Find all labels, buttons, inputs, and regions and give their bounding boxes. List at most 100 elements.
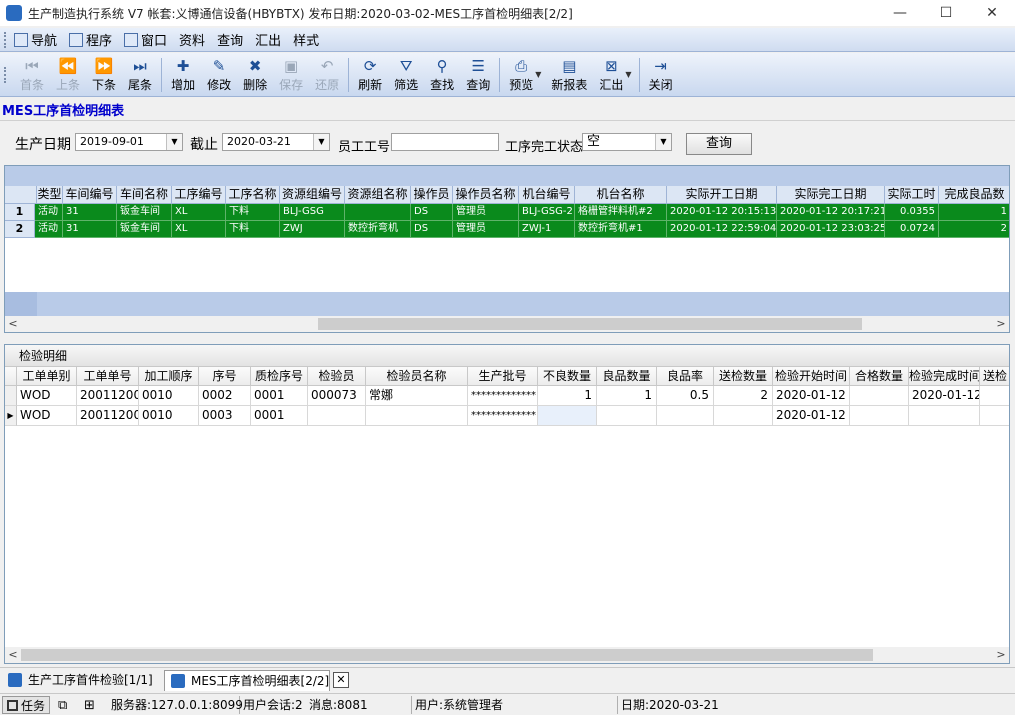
scroll-right-icon[interactable]: > bbox=[993, 316, 1009, 332]
table-cell[interactable]: 2 bbox=[939, 221, 1009, 238]
table-cell[interactable] bbox=[345, 204, 411, 221]
menu-program[interactable]: 程序 bbox=[69, 30, 112, 49]
table-cell[interactable]: ZWJ-1 bbox=[519, 221, 575, 238]
row-number[interactable]: 1 bbox=[5, 204, 35, 221]
table-cell[interactable] bbox=[308, 406, 366, 426]
table-cell[interactable]: 2020-01-12 23:03:25 bbox=[777, 221, 885, 238]
table-cell[interactable]: XL bbox=[172, 204, 226, 221]
table-cell[interactable]: 活动 bbox=[35, 221, 63, 238]
maximize-button[interactable]: ☐ bbox=[923, 0, 969, 26]
col-header[interactable]: 送检 bbox=[980, 367, 1009, 386]
table-cell[interactable]: 常娜 bbox=[366, 386, 468, 406]
col-header[interactable]: 操作员名称 bbox=[453, 186, 519, 204]
table-cell[interactable]: DS bbox=[411, 204, 453, 221]
main-grid-hscrollbar[interactable]: < > bbox=[5, 316, 1009, 332]
table-cell[interactable] bbox=[657, 406, 714, 426]
preview-button[interactable]: ⎙ 预览 bbox=[503, 54, 539, 96]
employee-field[interactable] bbox=[391, 133, 499, 151]
col-header[interactable]: 送检数量 bbox=[714, 367, 773, 386]
table-cell[interactable] bbox=[909, 406, 980, 426]
scroll-thumb[interactable] bbox=[318, 318, 862, 330]
table-cell[interactable]: 1 bbox=[597, 386, 657, 406]
add-button[interactable]: ✚ 增加 bbox=[165, 54, 201, 96]
table-cell-selected[interactable] bbox=[538, 406, 597, 426]
tab-first-article-inspection[interactable]: 生产工序首件检验[1/1] bbox=[2, 670, 160, 691]
close-tab-icon[interactable]: ✕ bbox=[333, 672, 349, 688]
table-cell[interactable]: 0.0355 bbox=[885, 204, 939, 221]
table-cell[interactable]: 000073 bbox=[308, 386, 366, 406]
col-header[interactable]: 检验完成时间 bbox=[909, 367, 980, 386]
tree-icon[interactable]: ⊞ bbox=[84, 698, 95, 713]
table-cell[interactable]: 2020-01-12 2 bbox=[773, 406, 850, 426]
table-cell[interactable]: ************* bbox=[468, 386, 538, 406]
col-header[interactable]: 机台编号 bbox=[519, 186, 575, 204]
table-cell[interactable]: 0001 bbox=[251, 386, 308, 406]
table-cell[interactable]: 20011200 bbox=[77, 386, 139, 406]
table-cell[interactable]: 2020-01-12 20:17:21 bbox=[777, 204, 885, 221]
tab-mes-first-inspection-report[interactable]: MES工序首检明细表[2/2] bbox=[164, 670, 330, 691]
edit-button[interactable]: ✎ 修改 bbox=[201, 54, 237, 96]
table-cell[interactable]: 0.5 bbox=[657, 386, 714, 406]
table-cell[interactable]: 管理员 bbox=[453, 221, 519, 238]
table-cell[interactable]: 格栅管拌料机#2 bbox=[575, 204, 667, 221]
col-header[interactable]: 车间编号 bbox=[63, 186, 117, 204]
col-header[interactable]: 工单单号 bbox=[77, 367, 139, 386]
delete-button[interactable]: ✖ 删除 bbox=[237, 54, 273, 96]
save-button[interactable]: ▣ 保存 bbox=[273, 54, 309, 96]
table-cell[interactable]: ************* bbox=[468, 406, 538, 426]
table-cell[interactable]: 31 bbox=[63, 204, 117, 221]
col-header[interactable]: 实际工时 bbox=[885, 186, 939, 204]
table-cell[interactable]: BLJ-GSG bbox=[280, 204, 345, 221]
col-header[interactable]: 工序编号 bbox=[172, 186, 226, 204]
table-cell[interactable]: XL bbox=[172, 221, 226, 238]
date-from-field[interactable]: 2019-09-01 ▼ bbox=[75, 133, 183, 151]
prev-record-button[interactable]: ⏪ 上条 bbox=[50, 54, 86, 96]
table-cell[interactable]: 0003 bbox=[199, 406, 251, 426]
col-header[interactable]: 完成良品数 bbox=[939, 186, 1009, 204]
first-record-button[interactable]: ⏮ 首条 bbox=[14, 54, 50, 96]
col-header[interactable]: 质检序号 bbox=[251, 367, 308, 386]
row-indicator[interactable] bbox=[5, 386, 17, 406]
menu-grip[interactable] bbox=[4, 31, 8, 48]
table-cell[interactable]: 2020-01-12 bbox=[909, 386, 980, 406]
col-header[interactable]: 车间名称 bbox=[117, 186, 172, 204]
export-button[interactable]: ⊠ 汇出 bbox=[593, 54, 629, 96]
col-header[interactable]: 序号 bbox=[199, 367, 251, 386]
table-cell[interactable] bbox=[366, 406, 468, 426]
col-header[interactable]: 工序名称 bbox=[226, 186, 280, 204]
table-cell[interactable] bbox=[980, 406, 1009, 426]
table-cell[interactable]: WOD bbox=[17, 386, 77, 406]
table-cell[interactable] bbox=[714, 406, 773, 426]
preview-dropdown-icon[interactable]: ▼ bbox=[535, 70, 541, 79]
status-dropdown-icon[interactable]: ▼ bbox=[655, 134, 671, 150]
col-header[interactable]: 良品率 bbox=[657, 367, 714, 386]
detail-grid-hscrollbar[interactable]: < > bbox=[5, 647, 1009, 663]
col-header[interactable]: 加工顺序 bbox=[139, 367, 199, 386]
refresh-button[interactable]: ⟳ 刷新 bbox=[352, 54, 388, 96]
table-cell[interactable]: 活动 bbox=[35, 204, 63, 221]
table-cell[interactable]: 31 bbox=[63, 221, 117, 238]
table-cell[interactable]: 2020-01-12 22:59:04 bbox=[667, 221, 777, 238]
table-cell[interactable]: 数控折弯机#1 bbox=[575, 221, 667, 238]
close-button[interactable]: ⇥ 关闭 bbox=[643, 54, 679, 96]
col-header[interactable]: 工单单别 bbox=[17, 367, 77, 386]
table-cell[interactable]: 0001 bbox=[251, 406, 308, 426]
table-cell[interactable]: 0002 bbox=[199, 386, 251, 406]
table-cell[interactable] bbox=[597, 406, 657, 426]
col-header[interactable]: 合格数量 bbox=[850, 367, 909, 386]
scroll-thumb[interactable] bbox=[21, 649, 873, 661]
table-cell[interactable]: 2020-01-12 20:15:13 bbox=[667, 204, 777, 221]
col-header[interactable]: 实际完工日期 bbox=[777, 186, 885, 204]
task-button[interactable]: 任务 bbox=[2, 696, 50, 714]
table-cell[interactable]: 0010 bbox=[139, 386, 199, 406]
date-to-dropdown-icon[interactable]: ▼ bbox=[313, 134, 329, 150]
date-to-field[interactable]: 2020-03-21 ▼ bbox=[222, 133, 330, 151]
cube-icon[interactable]: ⧉ bbox=[58, 698, 67, 713]
col-header[interactable]: 机台名称 bbox=[575, 186, 667, 204]
table-cell[interactable] bbox=[850, 386, 909, 406]
row-indicator[interactable]: ▶ bbox=[5, 406, 17, 426]
panel-splitter[interactable] bbox=[4, 334, 1010, 343]
col-header[interactable]: 资源组编号 bbox=[280, 186, 345, 204]
table-cell[interactable]: BLJ-GSG-2 bbox=[519, 204, 575, 221]
table-cell[interactable]: 管理员 bbox=[453, 204, 519, 221]
